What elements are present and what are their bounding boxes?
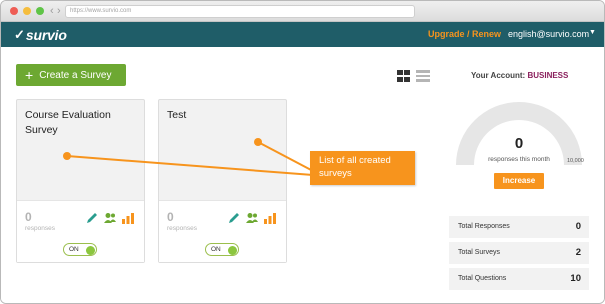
upgrade-renew-link[interactable]: Upgrade / Renew: [428, 29, 501, 39]
survey-active-toggle[interactable]: ON: [63, 243, 97, 256]
response-count-label: responses: [25, 225, 55, 232]
create-survey-label: Create a Survey: [39, 69, 112, 81]
address-bar[interactable]: https://www.survio.com: [65, 5, 415, 18]
account-menu[interactable]: english@survio.com: [508, 29, 589, 39]
toggle-label: ON: [211, 246, 221, 253]
create-survey-button[interactable]: + Create a Survey: [16, 64, 126, 86]
account-plan: BUSINESS: [527, 71, 569, 80]
survey-card-footer: 0 responses ON: [17, 200, 144, 262]
logo-text: survio: [25, 26, 67, 43]
account-type-label: Your Account: BUSINESS: [471, 71, 568, 80]
browser-window: ‹ › https://www.survio.com ✓ survio Upgr…: [0, 0, 605, 304]
maximize-window-button[interactable]: [36, 7, 44, 15]
response-count: 0: [25, 210, 32, 224]
responses-limit: 10,000: [567, 158, 584, 164]
results-chart-icon[interactable]: [121, 211, 135, 225]
survey-title[interactable]: Test: [167, 108, 277, 123]
stat-label: Total Responses: [458, 223, 510, 230]
collect-responses-icon[interactable]: [103, 211, 117, 225]
increase-button[interactable]: Increase: [494, 173, 544, 189]
collect-responses-icon[interactable]: [245, 211, 259, 225]
survey-active-toggle[interactable]: ON: [205, 243, 239, 256]
edit-pencil-icon[interactable]: [227, 211, 241, 225]
survio-logo[interactable]: ✓ survio: [14, 26, 67, 43]
dashboard: + Create a Survey Course Evaluation Surv…: [1, 47, 604, 303]
results-chart-icon[interactable]: [263, 211, 277, 225]
browser-chrome: ‹ › https://www.survio.com: [1, 1, 604, 22]
checkmark-icon: ✓: [14, 26, 25, 42]
stat-total-responses: Total Responses 0: [449, 216, 589, 238]
stat-value: 0: [575, 221, 581, 232]
back-arrow-icon[interactable]: ‹: [50, 4, 54, 18]
toggle-knob: [86, 245, 95, 255]
forward-arrow-icon[interactable]: ›: [57, 4, 61, 18]
chevron-down-icon[interactable]: ▼: [589, 29, 596, 36]
responses-gauge: [456, 102, 582, 165]
list-view-icon[interactable]: [416, 70, 430, 82]
stat-label: Total Questions: [458, 275, 507, 282]
stat-label: Total Surveys: [458, 249, 501, 256]
survey-title[interactable]: Course Evaluation Survey: [25, 108, 135, 138]
survey-card[interactable]: Test 0 responses ON: [158, 99, 287, 263]
minimize-window-button[interactable]: [23, 7, 31, 15]
stat-value: 2: [575, 247, 581, 258]
survey-card-footer: 0 responses ON: [159, 200, 286, 262]
toggle-knob: [228, 245, 237, 255]
response-count: 0: [167, 210, 174, 224]
stat-total-questions: Total Questions 10: [449, 268, 589, 290]
response-count-label: responses: [167, 225, 197, 232]
toggle-label: ON: [69, 246, 79, 253]
survey-card[interactable]: Course Evaluation Survey 0 responses ON: [16, 99, 145, 263]
account-label-text: Your Account:: [471, 71, 526, 80]
annotation-callout: List of all created surveys: [310, 151, 415, 185]
stat-total-surveys: Total Surveys 2: [449, 242, 589, 264]
grid-view-icon[interactable]: [397, 70, 410, 82]
stat-value: 10: [570, 273, 581, 284]
close-window-button[interactable]: [10, 7, 18, 15]
responses-month-count: 0: [514, 135, 524, 152]
edit-pencil-icon[interactable]: [85, 211, 99, 225]
plus-icon: +: [25, 67, 34, 83]
app-header: ✓ survio Upgrade / Renew english@survio.…: [1, 22, 604, 47]
